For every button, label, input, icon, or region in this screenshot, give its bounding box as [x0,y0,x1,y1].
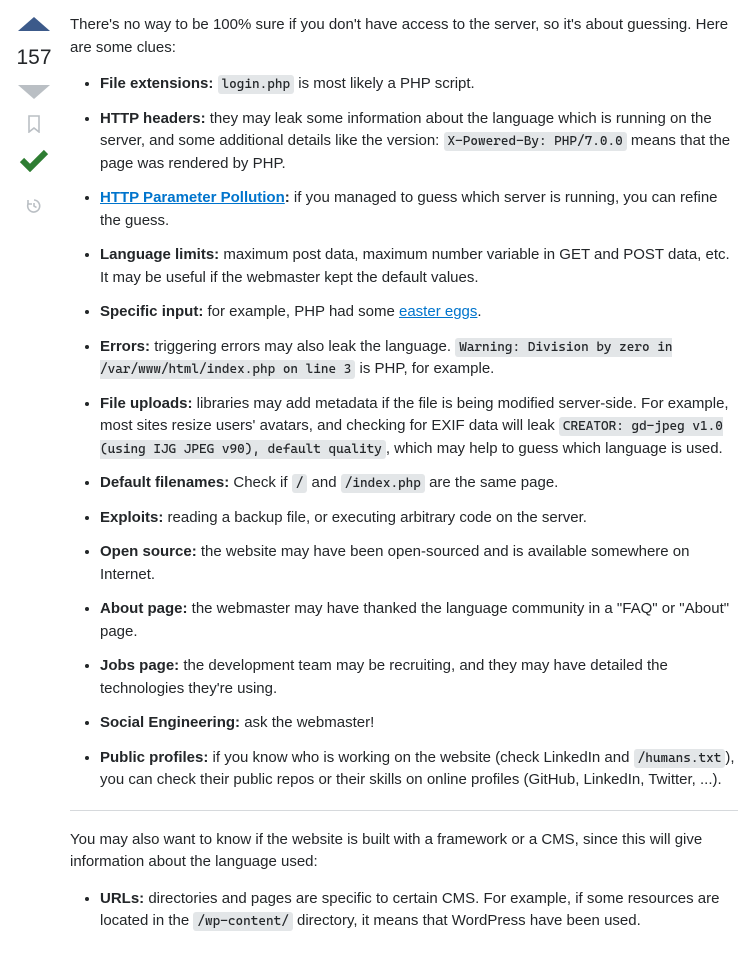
clue-text: and [307,474,340,491]
clue-label: Errors: [100,338,150,355]
code-snippet: X-Powered-By: PHP/7.0.0 [444,132,627,151]
list-item: About page: the webmaster may have thank… [100,598,738,643]
clue-label: Open source: [100,543,197,560]
clue-text: is PHP, for example. [355,360,494,377]
list-item: HTTP headers: they may leak some informa… [100,108,738,176]
clue-text: reading a backup file, or executing arbi… [163,509,587,526]
accepted-answer [16,146,52,174]
clue-text: triggering errors may also leak the lang… [150,338,455,355]
bookmark-icon [26,115,42,133]
section2-list: URLs: directories and pages are specific… [70,888,738,933]
list-item: Specific input: for example, PHP had som… [100,301,738,324]
code-snippet: /wp-content/ [193,912,292,931]
clue-label: Language limits: [100,246,219,263]
list-item: HTTP Parameter Pollution: if you managed… [100,187,738,232]
list-item: File uploads: libraries may add metadata… [100,393,738,461]
clue-label: Exploits: [100,509,163,526]
clue-text: if you know who is working on the websit… [208,749,633,766]
clue-label: Social Engineering: [100,714,240,731]
clue-label: HTTP headers: [100,110,206,127]
clue-text: , which may help to guess which language… [386,440,723,457]
list-item: Language limits: maximum post data, maxi… [100,244,738,289]
upvote-icon [16,15,52,33]
clue-label: About page: [100,600,188,617]
clue-text: directory, it means that WordPress have … [293,912,641,929]
clue-text: the webmaster may have thanked the langu… [100,600,729,640]
clue-label: Public profiles: [100,749,208,766]
list-item: Default filenames: Check if / and /index… [100,472,738,495]
clue-text: ask the webmaster! [240,714,374,731]
clue-label: Specific input: [100,303,203,320]
list-item: Social Engineering: ask the webmaster! [100,712,738,735]
list-item: Open source: the website may have been o… [100,541,738,586]
downvote-button[interactable] [16,82,52,102]
clue-text: is most likely a PHP script. [294,75,475,92]
clue-text [213,75,217,92]
history-button[interactable] [16,192,52,220]
clue-text: are the same page. [425,474,558,491]
clue-text: the development team may be recruiting, … [100,657,668,697]
downvote-icon [16,83,52,101]
section2-intro: You may also want to know if the website… [70,829,738,874]
clue-label: File uploads: [100,395,193,412]
intro-text: There's no way to be 100% sure if you do… [70,14,738,59]
upvote-button[interactable] [16,14,52,34]
http-parameter-pollution-link[interactable]: HTTP Parameter Pollution [100,189,285,206]
clue-label: URLs: [100,890,144,907]
clues-list: File extensions: login.php is most likel… [70,73,738,792]
list-item: Jobs page: the development team may be r… [100,655,738,700]
list-item: Exploits: reading a backup file, or exec… [100,507,738,530]
vote-count: 157 [16,42,51,74]
clue-label: Jobs page: [100,657,179,674]
history-icon [25,197,43,215]
list-item: File extensions: login.php is most likel… [100,73,738,96]
clue-text: for example, PHP had some [203,303,399,320]
list-item: URLs: directories and pages are specific… [100,888,738,933]
code-snippet: / [292,474,308,493]
code-snippet: login.php [218,75,295,94]
list-item: Errors: triggering errors may also leak … [100,336,738,381]
code-snippet: /index.php [341,474,425,493]
bookmark-button[interactable] [16,110,52,138]
clue-text: Check if [229,474,292,491]
list-item: Public profiles: if you know who is work… [100,747,738,792]
section-divider [70,810,738,811]
clue-text: . [477,303,481,320]
code-snippet: /humans.txt [634,749,726,768]
easter-eggs-link[interactable]: easter eggs [399,303,477,320]
vote-column: 157 [14,14,54,945]
clue-label: Default filenames: [100,474,229,491]
accepted-icon [18,148,50,172]
answer-body: There's no way to be 100% sure if you do… [70,14,738,945]
clue-label: File extensions: [100,75,213,92]
